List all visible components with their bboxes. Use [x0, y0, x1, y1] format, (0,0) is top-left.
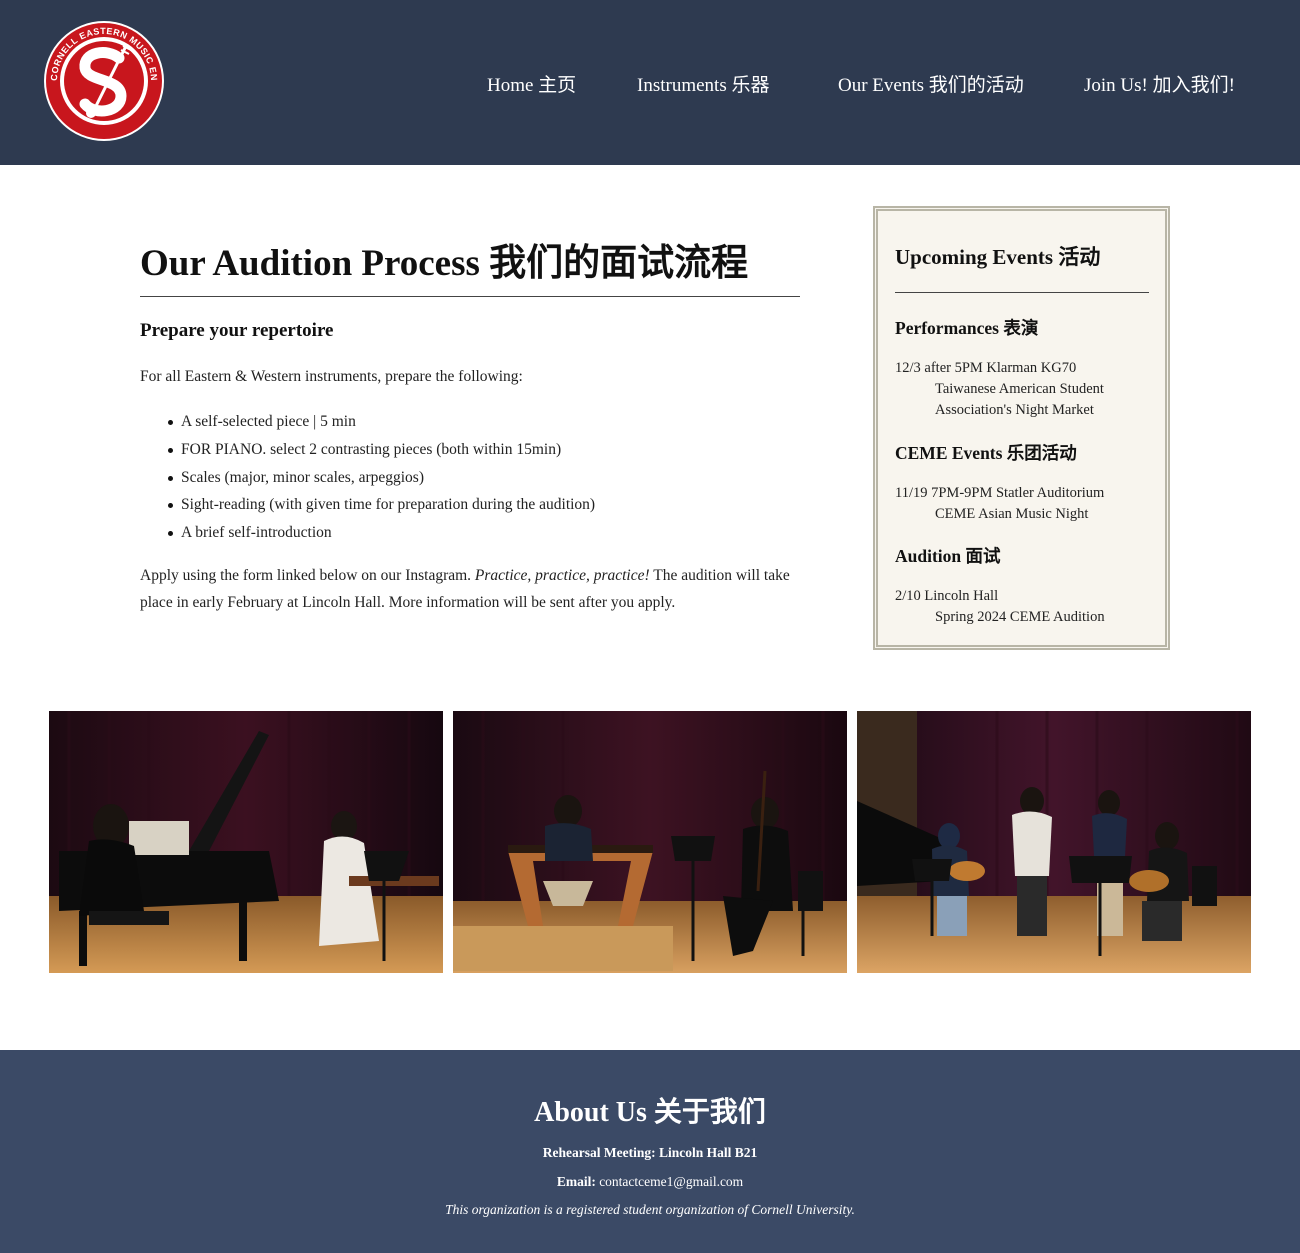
ceme-event-date: 11/19 7PM-9PM Statler Auditorium — [895, 485, 1105, 501]
audition-heading: Audition 面试 — [895, 546, 1001, 566]
apply-text-start: Apply using the form linked below on our… — [140, 567, 475, 584]
repertoire-intro: For all Eastern & Western instruments, p… — [140, 368, 523, 385]
performances-heading: Performances 表演 — [895, 318, 1039, 338]
requirements-list: A self-selected piece | 5 min FOR PIANO.… — [140, 410, 595, 549]
list-item: A brief self-introduction — [140, 521, 595, 549]
page-title: Our Audition Process 我们的面试流程 — [140, 243, 749, 284]
repertoire-heading: Prepare your repertoire — [140, 320, 334, 341]
nav-home-link[interactable]: Home 主页 — [487, 70, 576, 97]
rehearsal-info: Rehearsal Meeting: Lincoln Hall B21 — [542, 1145, 758, 1160]
nav-instruments-link[interactable]: Instruments 乐器 — [637, 70, 769, 97]
list-item: Scales (major, minor scales, arpeggios) — [140, 466, 595, 494]
audition-description: Spring 2024 CEME Audition — [935, 609, 1105, 625]
email-line: Email: contactceme1@gmail.com — [0, 1174, 1300, 1190]
nav-join-link[interactable]: Join Us! 加入我们! — [1084, 70, 1235, 97]
list-item: A self-selected piece | 5 min — [140, 410, 595, 438]
performance-description: Taiwanese American Student Association's… — [935, 381, 1104, 418]
events-divider — [895, 292, 1149, 293]
apply-paragraph: Apply using the form linked below on our… — [140, 562, 800, 616]
nav-events-link[interactable]: Our Events 我们的活动 — [838, 70, 1024, 97]
performance-date: 12/3 after 5PM Klarman KG70 — [895, 360, 1077, 376]
about-us-title: About Us 关于我们 — [534, 1097, 766, 1128]
events-title: Upcoming Events 活动 — [895, 245, 1101, 269]
list-item: FOR PIANO. select 2 contrasting pieces (… — [140, 438, 595, 466]
performance-photo-guqin-erhu — [453, 711, 847, 973]
title-divider — [140, 296, 800, 297]
email-label: Email: — [556, 1174, 596, 1189]
site-footer: About Us 关于我们 Rehearsal Meeting: Lincoln… — [0, 1050, 1300, 1253]
audition-date: 2/10 Lincoln Hall — [895, 588, 999, 604]
logo-year: 2009 — [93, 127, 116, 138]
apply-emphasis: Practice, practice, practice! — [474, 567, 650, 584]
email-link[interactable]: contactceme1@gmail.com — [599, 1174, 743, 1189]
ceme-event-description: CEME Asian Music Night — [935, 506, 1089, 522]
ceme-events-heading: CEME Events 乐团活动 — [895, 443, 1077, 463]
main-nav: Home 主页 Instruments 乐器 Our Events 我们的活动 … — [0, 70, 1300, 98]
performance-photo-guitar-ensemble — [857, 711, 1251, 973]
performance-photo-piano-guzheng — [49, 711, 443, 973]
site-header: CORNELL EASTERN MUSIC ENSEMBLE 2009 Home… — [0, 0, 1300, 165]
organization-note: This organization is a registered studen… — [445, 1202, 855, 1217]
upcoming-events-panel: Upcoming Events 活动 Performances 表演 12/3 … — [873, 206, 1170, 650]
list-item: Sight-reading (with given time for prepa… — [140, 493, 595, 521]
